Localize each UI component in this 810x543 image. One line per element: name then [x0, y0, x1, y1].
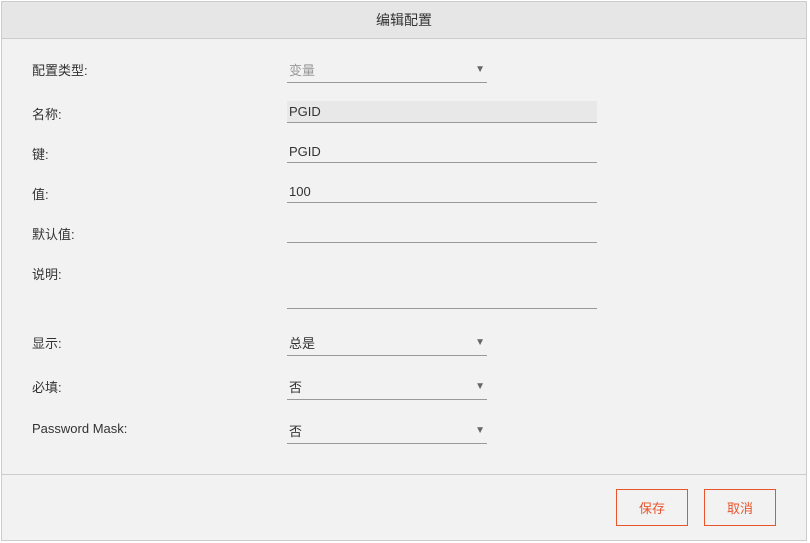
label-value: 值: — [32, 181, 287, 203]
input-name[interactable] — [287, 101, 597, 123]
row-value: 值: — [32, 181, 776, 203]
label-password-mask: Password Mask: — [32, 418, 287, 436]
chevron-down-icon: ▼ — [475, 64, 485, 75]
dialog-title: 编辑配置 — [2, 2, 806, 39]
row-config-type: 配置类型: 变量 ▼ — [32, 57, 776, 83]
select-config-type-value: 变量 — [289, 60, 475, 79]
edit-config-dialog: 编辑配置 配置类型: 变量 ▼ 名称: 键: 值: — [1, 1, 807, 541]
label-default: 默认值: — [32, 221, 287, 243]
row-default: 默认值: — [32, 221, 776, 243]
select-required-value: 否 — [289, 377, 475, 396]
label-key: 键: — [32, 141, 287, 163]
input-key[interactable] — [287, 141, 597, 163]
select-display[interactable]: 总是 ▼ — [287, 330, 487, 356]
row-name: 名称: — [32, 101, 776, 123]
input-default[interactable] — [287, 221, 597, 243]
select-display-value: 总是 — [289, 333, 475, 352]
label-display: 显示: — [32, 330, 287, 352]
save-button[interactable]: 保存 — [616, 489, 688, 526]
input-desc[interactable] — [287, 261, 597, 309]
label-desc: 说明: — [32, 261, 287, 283]
label-config-type: 配置类型: — [32, 57, 287, 79]
select-password-mask-value: 否 — [289, 421, 475, 440]
dialog-footer: 保存 取消 — [2, 474, 806, 540]
select-password-mask[interactable]: 否 ▼ — [287, 418, 487, 444]
select-config-type[interactable]: 变量 ▼ — [287, 57, 487, 83]
row-password-mask: Password Mask: 否 ▼ — [32, 418, 776, 444]
dialog-body: 配置类型: 变量 ▼ 名称: 键: 值: — [2, 39, 806, 474]
chevron-down-icon: ▼ — [475, 337, 485, 348]
label-name: 名称: — [32, 101, 287, 123]
cancel-button[interactable]: 取消 — [704, 489, 776, 526]
row-required: 必填: 否 ▼ — [32, 374, 776, 400]
row-desc: 说明: — [32, 261, 776, 312]
input-value[interactable] — [287, 181, 597, 203]
chevron-down-icon: ▼ — [475, 425, 485, 436]
row-display: 显示: 总是 ▼ — [32, 330, 776, 356]
select-required[interactable]: 否 ▼ — [287, 374, 487, 400]
chevron-down-icon: ▼ — [475, 381, 485, 392]
row-key: 键: — [32, 141, 776, 163]
label-required: 必填: — [32, 374, 287, 396]
